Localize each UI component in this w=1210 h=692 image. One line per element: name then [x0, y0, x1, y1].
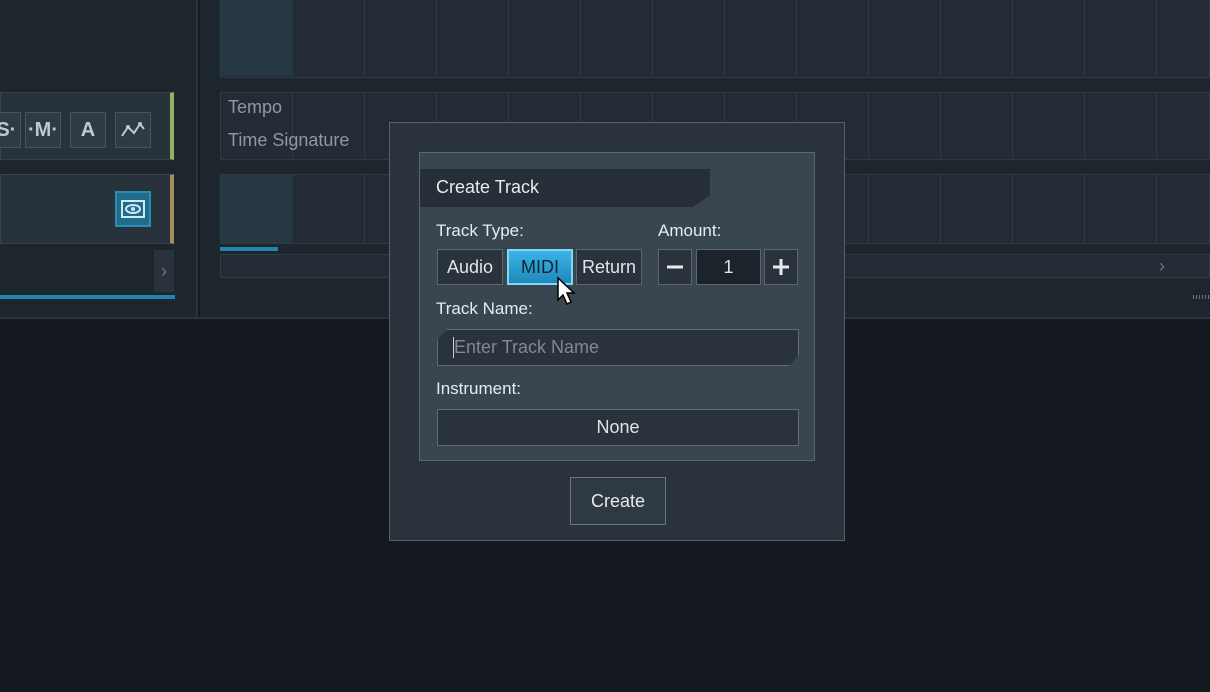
left-scroll-area	[0, 250, 174, 292]
amount-label: Amount:	[658, 221, 722, 240]
mouse-pointer-icon	[557, 276, 576, 306]
visibility-button[interactable]	[115, 191, 151, 227]
loop-region-track	[221, 175, 293, 243]
create-track-dialog: Create Track Track Type: Audio MIDI Retu…	[389, 122, 845, 541]
amount-decrement-button[interactable]	[658, 249, 692, 285]
amount-increment-button[interactable]	[764, 249, 798, 285]
mute-button[interactable]: ·M·	[25, 112, 61, 148]
left-panel-progress	[0, 295, 175, 299]
master-track-header[interactable]: ·S· ·M· A	[0, 92, 174, 160]
zoom-handle[interactable]	[1193, 295, 1209, 299]
scroll-right-arrow[interactable]: ›	[1150, 254, 1174, 278]
scroll-right-arrow-left-panel[interactable]: ›	[154, 250, 174, 292]
arrangement-lane-top[interactable]	[220, 0, 1210, 78]
eye-icon	[121, 200, 145, 218]
amount-value[interactable]: 1	[696, 249, 761, 285]
instrument-select[interactable]: None	[437, 409, 799, 446]
dialog-content-panel: Create Track Track Type: Audio MIDI Retu…	[419, 152, 815, 461]
playhead-progress	[220, 247, 278, 251]
arm-button[interactable]: A	[70, 112, 106, 148]
track-header[interactable]	[0, 174, 174, 244]
plus-icon	[773, 259, 789, 275]
track-name-input[interactable]	[437, 329, 799, 366]
automation-curve-icon	[121, 122, 145, 137]
text-caret	[453, 337, 454, 358]
loop-region-top	[221, 0, 293, 76]
automation-button[interactable]	[115, 112, 151, 148]
solo-button[interactable]: ·S·	[0, 112, 21, 148]
minus-icon	[667, 265, 683, 269]
tempo-label: Tempo	[228, 97, 283, 117]
dialog-title: Create Track	[436, 177, 540, 197]
track-type-return-button[interactable]: Return	[576, 249, 642, 285]
daw-window: Tempo Time Signature ·S· ·M· A › ›	[0, 0, 1210, 692]
dialog-title-tab: Create Track	[420, 169, 710, 207]
create-button[interactable]: Create	[570, 477, 666, 525]
track-name-label: Track Name:	[436, 299, 533, 318]
track-type-audio-button[interactable]: Audio	[437, 249, 503, 285]
time-signature-label: Time Signature	[228, 130, 350, 150]
track-type-label: Track Type:	[436, 221, 524, 240]
instrument-label: Instrument:	[436, 379, 522, 398]
